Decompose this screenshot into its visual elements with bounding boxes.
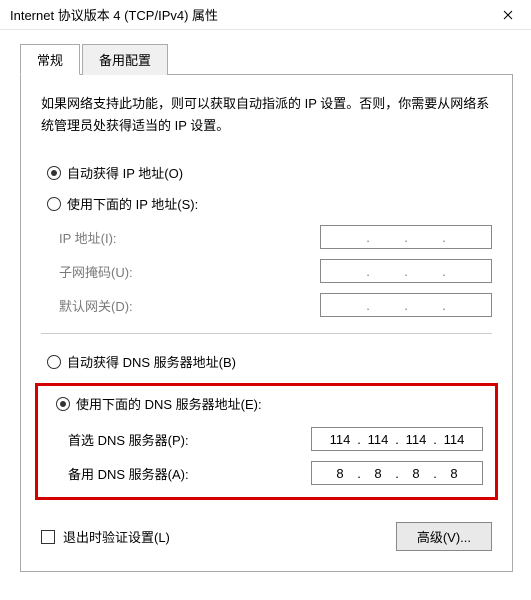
titlebar: Internet 协议版本 4 (TCP/IPv4) 属性 xyxy=(0,0,531,30)
general-panel: 如果网络支持此功能，则可以获取自动指派的 IP 设置。否则，你需要从网络系统管理… xyxy=(20,75,513,572)
ip-manual-label: 使用下面的 IP 地址(S): xyxy=(67,194,198,213)
dns-alternate-label: 备用 DNS 服务器(A): xyxy=(68,464,189,483)
subnet-mask-row: 子网掩码(U): ... xyxy=(59,259,492,283)
tab-strip: 常规 备用配置 xyxy=(20,44,513,75)
gateway-input: ... xyxy=(320,293,492,317)
subnet-mask-input: ... xyxy=(320,259,492,283)
dns-manual-radio-row[interactable]: 使用下面的 DNS 服务器地址(E): xyxy=(50,394,483,413)
dns-auto-label: 自动获得 DNS 服务器地址(B) xyxy=(67,352,236,371)
close-icon xyxy=(503,10,513,20)
gateway-label: 默认网关(D): xyxy=(59,296,133,315)
dialog-content: 常规 备用配置 如果网络支持此功能，则可以获取自动指派的 IP 设置。否则，你需… xyxy=(0,30,531,582)
ip-auto-label: 自动获得 IP 地址(O) xyxy=(67,163,183,182)
ip-address-input: ... xyxy=(320,225,492,249)
separator xyxy=(41,333,492,334)
dns-alternate-row: 备用 DNS 服务器(A): 8. 8. 8. 8 xyxy=(68,461,483,485)
ip-address-label: IP 地址(I): xyxy=(59,228,117,247)
dns-auto-radio-row[interactable]: 自动获得 DNS 服务器地址(B) xyxy=(41,352,492,371)
radio-icon xyxy=(47,197,61,211)
dns-manual-label: 使用下面的 DNS 服务器地址(E): xyxy=(76,394,262,413)
bottom-row: 退出时验证设置(L) 高级(V)... xyxy=(41,522,492,551)
radio-icon xyxy=(56,397,70,411)
window-title: Internet 协议版本 4 (TCP/IPv4) 属性 xyxy=(10,5,218,24)
ip-manual-radio-row[interactable]: 使用下面的 IP 地址(S): xyxy=(41,194,492,213)
ip-fields-group: IP 地址(I): ... 子网掩码(U): ... 默认网关(D): ... xyxy=(59,225,492,317)
dns-primary-input[interactable]: 114. 114. 114. 114 xyxy=(311,427,483,451)
checkbox-icon xyxy=(41,530,55,544)
tab-general[interactable]: 常规 xyxy=(20,44,80,75)
gateway-row: 默认网关(D): ... xyxy=(59,293,492,317)
radio-icon xyxy=(47,355,61,369)
radio-icon xyxy=(47,166,61,180)
dns-alternate-input[interactable]: 8. 8. 8. 8 xyxy=(311,461,483,485)
dns-highlight-box: 使用下面的 DNS 服务器地址(E): 首选 DNS 服务器(P): 114. … xyxy=(35,383,498,500)
validate-checkbox-row[interactable]: 退出时验证设置(L) xyxy=(41,527,170,546)
subnet-mask-label: 子网掩码(U): xyxy=(59,262,133,281)
description-text: 如果网络支持此功能，则可以获取自动指派的 IP 设置。否则，你需要从网络系统管理… xyxy=(41,93,492,137)
tab-alternate[interactable]: 备用配置 xyxy=(82,44,168,75)
ip-address-row: IP 地址(I): ... xyxy=(59,225,492,249)
dns-primary-label: 首选 DNS 服务器(P): xyxy=(68,430,189,449)
advanced-button[interactable]: 高级(V)... xyxy=(396,522,492,551)
dns-primary-row: 首选 DNS 服务器(P): 114. 114. 114. 114 xyxy=(68,427,483,451)
close-button[interactable] xyxy=(485,0,531,30)
ip-auto-radio-row[interactable]: 自动获得 IP 地址(O) xyxy=(41,163,492,182)
validate-label: 退出时验证设置(L) xyxy=(63,527,170,546)
